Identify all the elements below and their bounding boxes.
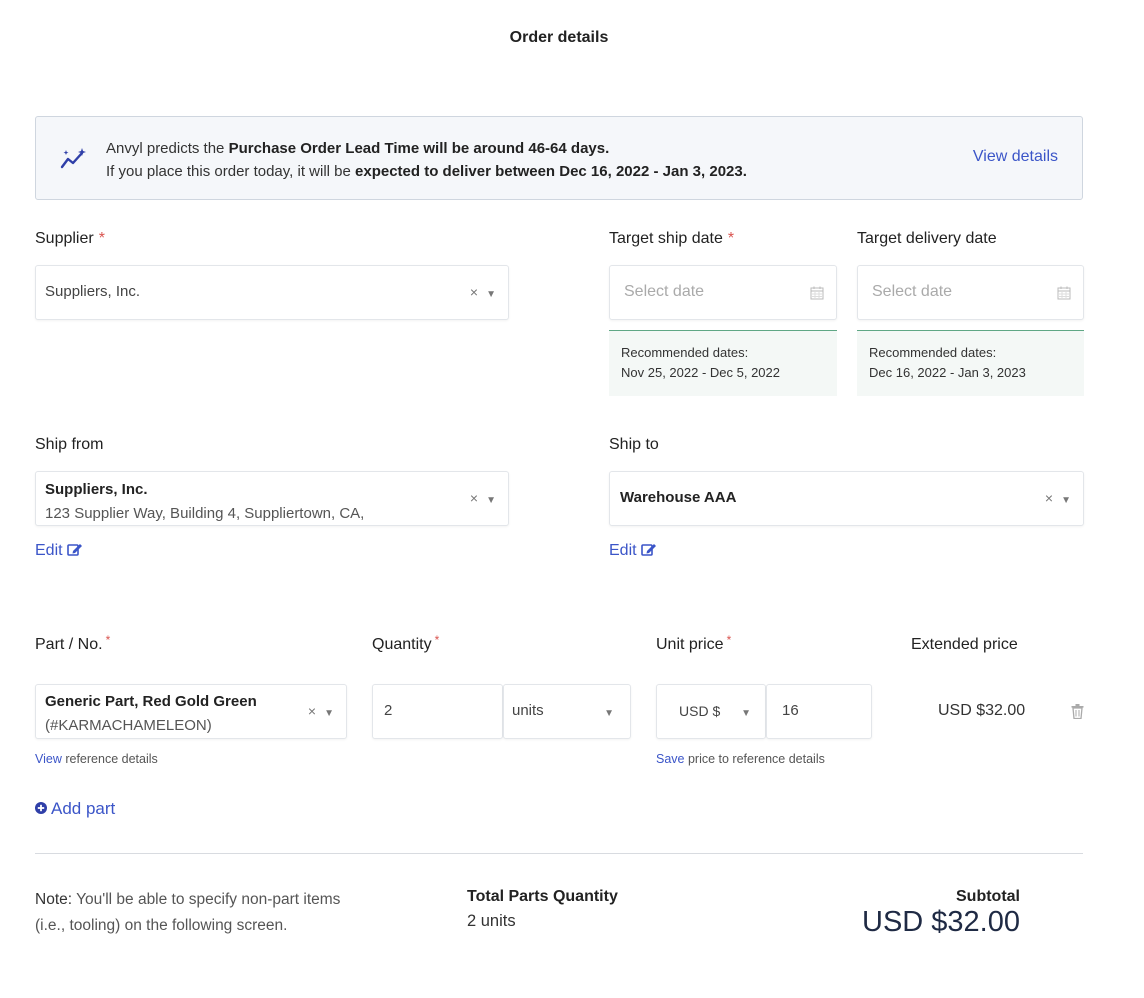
lead-time-message: Anvyl predicts the Purchase Order Lead T… — [106, 140, 747, 180]
chevron-down-icon[interactable]: ▼ — [604, 704, 614, 719]
chevron-down-icon[interactable]: ▼ — [324, 708, 334, 719]
lead-time-banner: Anvyl predicts the Purchase Order Lead T… — [35, 116, 1083, 200]
page-title: Order details — [509, 29, 609, 46]
lead-time-highlight: Purchase Order Lead Time will be around … — [228, 140, 610, 157]
unit-price-column-header: Unit price * — [656, 633, 732, 653]
section-divider — [35, 853, 1083, 854]
ship-from-name: Suppliers, Inc. — [45, 481, 148, 498]
edit-icon — [641, 544, 657, 556]
extended-price-column-header: Extended price — [911, 636, 1018, 653]
view-reference-details: View reference details — [35, 752, 158, 766]
total-parts-quantity-label: Total Parts Quantity — [467, 888, 618, 905]
target-delivery-date-placeholder: Select date — [872, 283, 953, 300]
ship-from-select[interactable]: Suppliers, Inc. 123 Supplier Way, Buildi… — [35, 471, 509, 526]
chevron-down-icon[interactable]: ▼ — [486, 289, 496, 300]
supplier-label: Supplier * — [35, 230, 105, 247]
unit-price-input[interactable]: 16 — [766, 684, 872, 739]
delivery-date-recommendation: Recommended dates: Dec 16, 2022 - Jan 3,… — [857, 330, 1084, 396]
currency-value: USD $ — [679, 703, 721, 719]
ship-to-name: Warehouse AAA — [620, 489, 737, 506]
add-part-button[interactable]: Add part — [35, 799, 115, 819]
unit-price-value: 16 — [782, 702, 799, 719]
part-number: (#KARMACHAMELEON) — [45, 717, 212, 734]
ship-date-recommendation: Recommended dates: Nov 25, 2022 - Dec 5,… — [609, 330, 837, 396]
unit-select[interactable]: units ▼ — [503, 684, 631, 739]
recommended-delivery-dates: Dec 16, 2022 - Jan 3, 2023 — [869, 365, 1026, 380]
calendar-icon[interactable] — [810, 286, 824, 300]
part-column-header: Part / No. * — [35, 633, 111, 653]
recommended-ship-dates: Nov 25, 2022 - Dec 5, 2022 — [621, 365, 780, 380]
clear-icon[interactable]: × — [470, 284, 478, 300]
quantity-value: 2 — [384, 702, 393, 719]
delivery-window-highlight: expected to deliver between Dec 16, 2022… — [355, 163, 747, 180]
view-reference-link[interactable]: View — [35, 752, 62, 766]
quantity-column-header: Quantity * — [372, 633, 440, 653]
unit-value: units — [512, 702, 544, 719]
subtotal-label: Subtotal — [956, 888, 1020, 905]
supplier-select[interactable]: Suppliers, Inc. × ▼ — [35, 265, 509, 320]
plus-circle-icon — [35, 802, 47, 814]
chevron-down-icon[interactable]: ▼ — [741, 704, 751, 719]
clear-icon[interactable]: × — [308, 703, 316, 719]
non-part-items-note: Note: You'll be able to specify non-part… — [35, 891, 341, 934]
chevron-down-icon[interactable]: ▼ — [1061, 495, 1071, 506]
ship-from-label: Ship from — [35, 436, 104, 453]
ship-to-label: Ship to — [609, 436, 659, 453]
ship-to-select[interactable]: Warehouse AAA × ▼ — [609, 471, 1084, 526]
edit-icon — [67, 544, 83, 556]
clear-icon[interactable]: × — [470, 490, 478, 506]
view-details-link[interactable]: View details — [973, 148, 1058, 166]
extended-price-value: USD $32.00 — [938, 702, 1026, 719]
currency-select[interactable]: USD $ ▼ — [656, 684, 766, 739]
calendar-icon[interactable] — [1057, 286, 1071, 300]
quantity-input[interactable]: 2 — [372, 684, 503, 739]
ship-from-address: 123 Supplier Way, Building 4, Supplierto… — [45, 505, 365, 522]
save-price-link[interactable]: Save — [656, 752, 685, 766]
target-ship-date-input[interactable]: Select date — [609, 265, 837, 320]
trash-icon[interactable] — [1071, 704, 1084, 719]
supplier-value: Suppliers, Inc. — [45, 283, 141, 300]
target-delivery-date-label: Target delivery date — [857, 230, 997, 247]
sparkle-trend-icon — [60, 148, 86, 169]
chevron-down-icon[interactable]: ▼ — [486, 495, 496, 506]
clear-icon[interactable]: × — [1045, 490, 1053, 506]
target-ship-date-placeholder: Select date — [624, 283, 705, 300]
total-parts-quantity-value: 2 units — [467, 912, 516, 930]
subtotal-value: USD $32.00 — [862, 906, 1020, 938]
save-price-reference: Save price to reference details — [656, 752, 825, 766]
target-ship-date-label: Target ship date * — [609, 230, 735, 247]
target-delivery-date-input[interactable]: Select date — [857, 265, 1084, 320]
ship-to-edit-link[interactable]: Edit — [609, 542, 657, 560]
part-select[interactable]: Generic Part, Red Gold Green (#KARMACHAM… — [35, 684, 347, 739]
ship-from-edit-link[interactable]: Edit — [35, 542, 83, 560]
part-name: Generic Part, Red Gold Green — [45, 693, 257, 710]
